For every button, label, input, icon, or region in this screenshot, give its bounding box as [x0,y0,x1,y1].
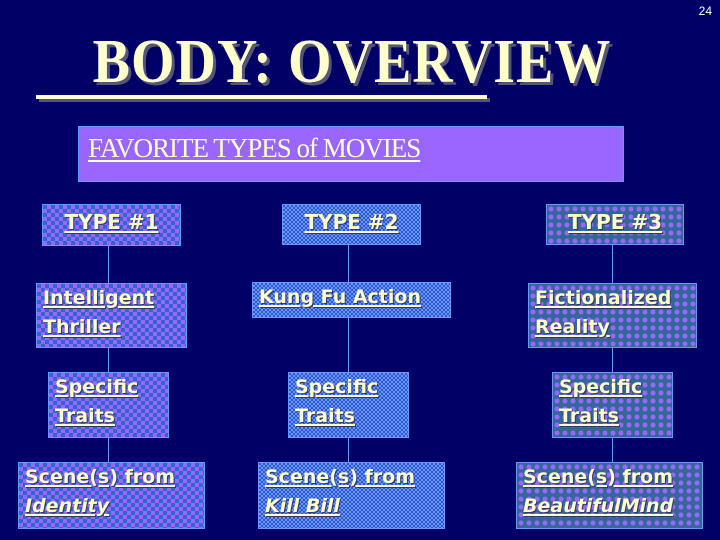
connector-line [108,246,109,283]
connector-line [348,318,349,372]
scenes-label: Scene(s) from [265,466,416,488]
connector-line [348,438,349,462]
type-2-scenes: Scene(s) from Kill Bill [258,462,445,529]
connector-line [348,245,349,282]
traits-line: Specific [295,376,379,398]
genre-line: Thriller [43,316,121,338]
banner-text: FAVORITE TYPES of MOVIES [88,133,421,163]
type-3-traits: Specific Traits [552,372,673,438]
movie-title: BeautifulMind [523,495,674,517]
type-3-genre: Fictionalized Reality [528,283,697,348]
traits-line: Traits [55,405,115,427]
connector-line [612,438,613,462]
type-2-header: TYPE #2 [282,204,421,245]
type-1-scenes: Scene(s) from Identity [18,462,205,529]
scenes-label: Scene(s) from [523,466,674,488]
connector-line [108,438,109,462]
traits-line: Specific [559,376,643,398]
scenes-label: Scene(s) from [25,466,176,488]
movie-title: Identity [25,495,110,517]
traits-line: Specific [55,376,139,398]
type-1-traits: Specific Traits [48,372,169,438]
slide-title: BODY: OVERVIEW [92,26,612,97]
movie-title: Kill Bill [265,495,340,517]
page-number: 24 [698,4,712,18]
traits-line: Traits [295,405,355,427]
type-2-traits: Specific Traits [288,372,409,438]
type-1-header: TYPE #1 [42,204,181,246]
type-1-header-text: TYPE #1 [64,210,159,234]
traits-line: Traits [559,405,619,427]
type-1-genre: Intelligent Thriller [36,283,187,348]
type-2-header-text: TYPE #2 [304,210,399,234]
type-3-scenes: Scene(s) from BeautifulMind [516,462,703,529]
connector-line [612,245,613,283]
type-3-header: TYPE #3 [546,204,684,245]
genre-line: Kung Fu Action [259,286,421,308]
connector-line [108,348,109,372]
genre-line: Intelligent [43,287,155,309]
type-2-genre: Kung Fu Action [252,282,451,318]
type-3-header-text: TYPE #3 [567,210,663,234]
genre-line: Reality [535,316,610,338]
genre-line: Fictionalized [535,287,672,309]
title-underline [36,95,487,99]
banner: FAVORITE TYPES of MOVIES [78,126,624,182]
connector-line [612,348,613,372]
